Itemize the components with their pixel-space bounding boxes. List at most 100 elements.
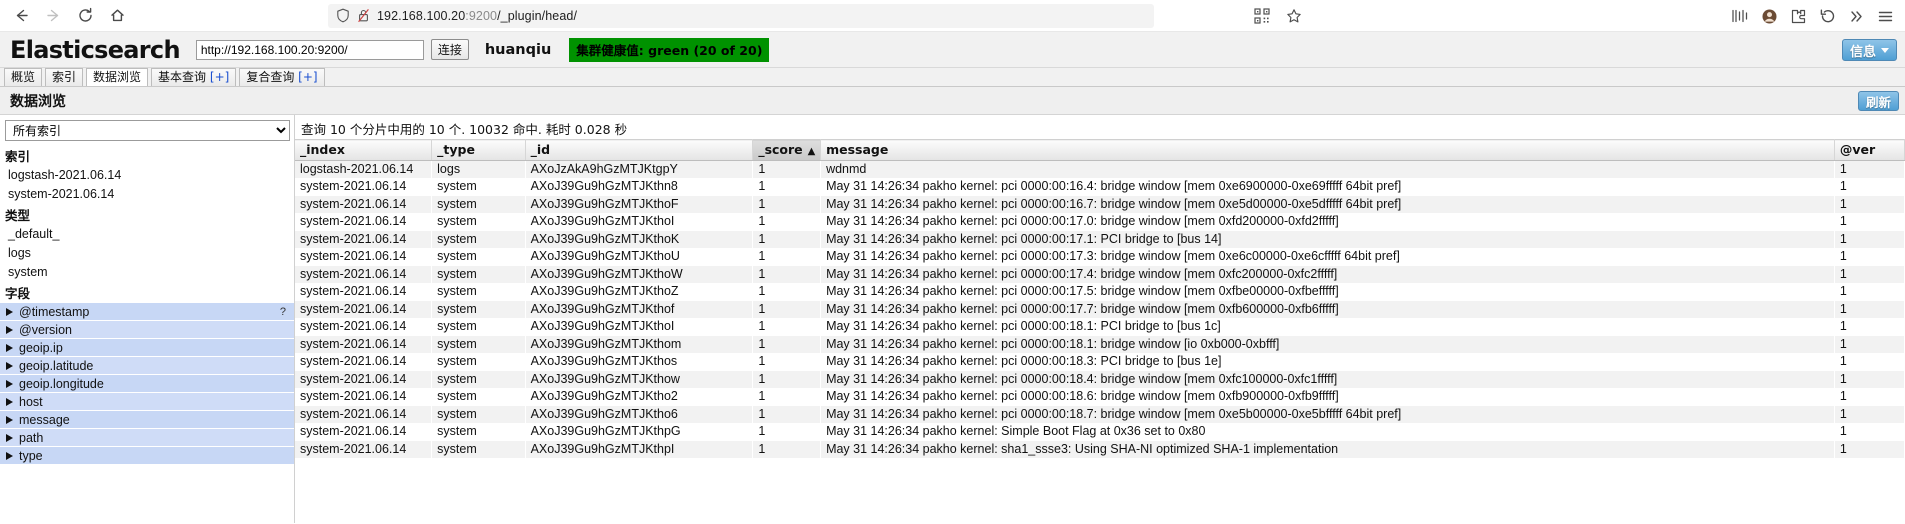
sidebar-item-type[interactable]: _default_: [0, 225, 294, 244]
sidebar-item-type[interactable]: system: [0, 263, 294, 282]
table-row[interactable]: system-2021.06.14 system AXoJ39Gu9hGzMTJKt…: [295, 440, 1905, 458]
cell-message: May 31 14:26:34 pakho kernel: pci 0000:0…: [820, 265, 1835, 283]
sidebar-item-index[interactable]: system-2021.06.14: [0, 185, 294, 204]
cell-score: 1: [752, 388, 821, 406]
field-help-icon[interactable]: ?: [280, 304, 286, 320]
shield-icon: [336, 8, 350, 23]
table-row[interactable]: system-2021.06.14 system AXoJ39Gu9hGzMTJKt…: [295, 335, 1905, 353]
qr-code-icon[interactable]: [1248, 3, 1276, 29]
sidebar-item-index[interactable]: logstash-2021.06.14: [0, 166, 294, 185]
navigation-buttons: [6, 3, 132, 29]
reader-view-icon[interactable]: [1726, 3, 1754, 29]
back-arrow-icon[interactable]: [6, 3, 36, 29]
cell-id: AXoJ39Gu9hGzMTJKthoI: [525, 213, 753, 231]
cell-id: AXoJ39Gu9hGzMTJKthoZ: [525, 283, 753, 301]
table-row[interactable]: system-2021.06.14 system AXoJ39Gu9hGzMTJKt…: [295, 283, 1905, 301]
table-row[interactable]: system-2021.06.14 system AXoJ39Gu9hGzMTJKt…: [295, 178, 1905, 196]
sidebar-item-type[interactable]: logs: [0, 244, 294, 263]
page-title: 数据浏览: [10, 93, 66, 110]
table-row[interactable]: system-2021.06.14 system AXoJ39Gu9hGzMTJKt…: [295, 195, 1905, 213]
cell-type: system: [431, 213, 526, 231]
sidebar-field-timestamp[interactable]: @timestamp ?: [0, 303, 294, 321]
cell-message: wdnmd: [820, 160, 1835, 178]
cell-message: May 31 14:26:34 pakho kernel: pci 0000:0…: [820, 388, 1835, 406]
cell-type: logs: [431, 160, 526, 178]
cell-index: system-2021.06.14: [295, 265, 432, 283]
tab-indices[interactable]: 索引: [45, 68, 84, 86]
table-row[interactable]: system-2021.06.14 system AXoJ39Gu9hGzMTJKt…: [295, 353, 1905, 371]
triangle-right-icon: [6, 451, 13, 460]
sidebar-field-type[interactable]: type: [0, 447, 294, 465]
table-row[interactable]: logstash-2021.06.14 logs AXoJzAkA9hGzMTJKt…: [295, 160, 1905, 178]
cell-version: 1: [1834, 318, 1905, 336]
table-row[interactable]: system-2021.06.14 system AXoJ39Gu9hGzMTJKt…: [295, 423, 1905, 441]
table-row[interactable]: system-2021.06.14 system AXoJ39Gu9hGzMTJKt…: [295, 405, 1905, 423]
sidebar-field-geoip-latitude[interactable]: geoip.latitude: [0, 357, 294, 375]
cell-type: system: [431, 230, 526, 248]
cell-score: 1: [752, 283, 821, 301]
cell-id: AXoJ39Gu9hGzMTJKtho2: [525, 388, 753, 406]
table-row[interactable]: system-2021.06.14 system AXoJ39Gu9hGzMTJKt…: [295, 265, 1905, 283]
tab-basic-query[interactable]: 基本查询 [+]: [151, 68, 237, 86]
hamburger-menu-icon[interactable]: [1871, 3, 1899, 29]
cell-index: system-2021.06.14: [295, 213, 432, 231]
cell-index: system-2021.06.14: [295, 230, 432, 248]
chevron-double-right-icon[interactable]: [1842, 3, 1870, 29]
tab-expand-marker: [+]: [298, 70, 318, 84]
table-row[interactable]: system-2021.06.14 system AXoJ39Gu9hGzMTJKt…: [295, 213, 1905, 231]
tab-composite-query[interactable]: 复合查询 [+]: [239, 68, 325, 86]
table-row[interactable]: system-2021.06.14 system AXoJ39Gu9hGzMTJKt…: [295, 388, 1905, 406]
cell-score: 1: [752, 353, 821, 371]
triangle-right-icon: [6, 307, 13, 316]
forward-arrow-icon[interactable]: [38, 3, 68, 29]
table-row[interactable]: system-2021.06.14 system AXoJ39Gu9hGzMTJKt…: [295, 318, 1905, 336]
tab-label: 数据浏览: [93, 70, 142, 84]
sidebar-field-geoip-longitude[interactable]: geoip.longitude: [0, 375, 294, 393]
index-select[interactable]: 所有索引: [5, 120, 290, 141]
column-header-version[interactable]: @ver: [1834, 139, 1905, 161]
info-menu-button[interactable]: 信息: [1841, 39, 1897, 61]
sidebar-field-path[interactable]: path: [0, 429, 294, 447]
cell-version: 1: [1834, 213, 1905, 231]
cell-message: May 31 14:26:34 pakho kernel: pci 0000:0…: [820, 213, 1835, 231]
table-row[interactable]: system-2021.06.14 system AXoJ39Gu9hGzMTJKt…: [295, 248, 1905, 266]
table-row[interactable]: system-2021.06.14 system AXoJ39Gu9hGzMTJKt…: [295, 300, 1905, 318]
tab-data-browse[interactable]: 数据浏览: [86, 68, 149, 86]
cell-message: May 31 14:26:34 pakho kernel: pci 0000:0…: [820, 353, 1835, 371]
cell-id: AXoJ39Gu9hGzMTJKthoF: [525, 195, 753, 213]
cell-index: system-2021.06.14: [295, 440, 432, 458]
tab-label: 复合查询: [246, 70, 295, 84]
column-header-type[interactable]: _type: [431, 139, 526, 161]
table-row[interactable]: system-2021.06.14 system AXoJ39Gu9hGzMTJKt…: [295, 230, 1905, 248]
account-icon[interactable]: [1755, 3, 1783, 29]
address-bar[interactable]: 192.168.100.20:9200/_plugin/head/: [328, 3, 1154, 28]
cell-type: system: [431, 335, 526, 353]
cell-version: 1: [1834, 265, 1905, 283]
broken-lock-icon[interactable]: [357, 8, 370, 23]
reload-icon[interactable]: [70, 3, 100, 29]
table-header-row: _index _type _id _score ▲ message @ver: [295, 139, 1905, 161]
column-header-message[interactable]: message: [820, 139, 1835, 161]
home-icon[interactable]: [102, 3, 132, 29]
field-label: @version: [19, 322, 72, 337]
sidebar-field-version[interactable]: @version: [0, 321, 294, 339]
undo-icon[interactable]: [1813, 3, 1841, 29]
sidebar-field-message[interactable]: message: [0, 411, 294, 429]
cell-score: 1: [752, 335, 821, 353]
browser-toolbar-right: [1726, 0, 1899, 32]
sidebar-field-host[interactable]: host: [0, 393, 294, 411]
triangle-right-icon: [6, 433, 13, 442]
sidebar-field-geoip-ip[interactable]: geoip.ip: [0, 339, 294, 357]
extensions-icon[interactable]: [1784, 3, 1812, 29]
table-row[interactable]: system-2021.06.14 system AXoJ39Gu9hGzMTJKt…: [295, 370, 1905, 388]
bookmark-star-icon[interactable]: [1280, 3, 1308, 29]
refresh-button[interactable]: 刷新: [1857, 91, 1899, 111]
tab-overview[interactable]: 概览: [4, 68, 43, 86]
cell-id: AXoJ39Gu9hGzMTJKthom: [525, 335, 753, 353]
column-header-id[interactable]: _id: [525, 139, 754, 161]
column-header-score[interactable]: _score ▲: [752, 139, 822, 161]
column-header-index[interactable]: _index: [295, 139, 433, 161]
cell-id: AXoJ39Gu9hGzMTJKthoI: [525, 318, 753, 336]
connect-button[interactable]: 连接: [430, 39, 469, 60]
cluster-url-input[interactable]: [195, 39, 424, 60]
